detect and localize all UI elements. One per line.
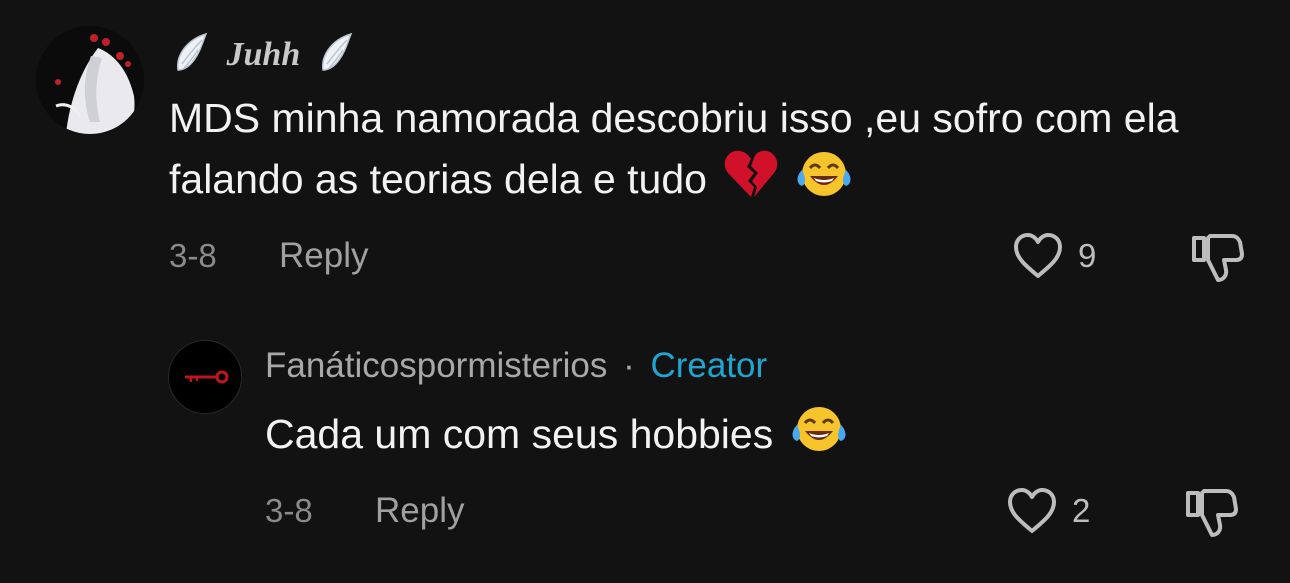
thumbs-down-icon — [1186, 489, 1238, 537]
creator-badge: Creator — [650, 346, 768, 385]
reply-body: Cada um com seus hobbies — [265, 410, 774, 457]
tears-of-joy-emoji — [796, 148, 852, 216]
reply-reply-button[interactable]: Reply — [375, 491, 464, 531]
comment-text: MDS minha namorada descobriu isso ,eu so… — [169, 88, 1269, 216]
comment-username[interactable]: Juhh — [227, 36, 301, 73]
tears-of-joy-emoji — [791, 403, 847, 471]
reply-username[interactable]: Fanáticospormisterios — [265, 346, 607, 385]
reply-text: Cada um com seus hobbies — [265, 403, 1165, 471]
reply-button[interactable]: Reply — [279, 236, 368, 276]
like-button[interactable]: 9 — [1012, 230, 1102, 282]
heart-icon — [1014, 233, 1062, 278]
dislike-button[interactable] — [1190, 230, 1246, 284]
reply-like-count: 2 — [1072, 492, 1091, 529]
angel-wing-icon — [172, 30, 210, 84]
avatar[interactable] — [36, 26, 144, 134]
like-count: 9 — [1078, 237, 1097, 274]
separator-dot: · — [623, 346, 635, 385]
comment-body: MDS minha namorada descobriu isso ,eu so… — [169, 95, 1179, 202]
avatar-image — [36, 26, 144, 134]
reply-like-button[interactable]: 2 — [1006, 485, 1102, 537]
creator-avatar[interactable] — [168, 340, 242, 414]
thumbs-down-icon — [1192, 234, 1244, 282]
key-logo-icon — [169, 341, 241, 413]
broken-heart-emoji — [724, 149, 778, 215]
heart-icon — [1008, 488, 1056, 533]
comment-username-row[interactable]: Juhh — [172, 30, 355, 84]
angel-wing-icon — [317, 30, 355, 84]
comment-date: 3-8 — [169, 237, 217, 274]
reply-username-row[interactable]: Fanáticospormisterios · Creator — [265, 346, 767, 386]
reply-date: 3-8 — [265, 492, 313, 529]
reply-dislike-button[interactable] — [1184, 485, 1240, 539]
